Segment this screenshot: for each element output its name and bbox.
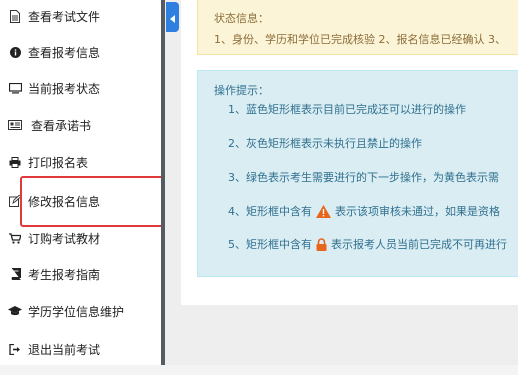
tip-text: 表示该项审核未通过，如果是资格 — [335, 205, 500, 218]
book-icon — [8, 267, 22, 281]
sidebar-item-label: 学历学位信息维护 — [28, 304, 125, 319]
lock-icon — [316, 237, 327, 251]
sidebar-item-order-textbooks[interactable]: 订购考试教材 — [0, 220, 161, 256]
info-circle-icon — [8, 45, 22, 59]
cart-icon — [8, 231, 22, 245]
tip-item: 2、灰色矩形框表示未执行且禁止的操作 — [228, 135, 422, 151]
status-text: 1、身份、学历和学位已完成核验 2、报名信息已经确认 3、 — [214, 33, 506, 46]
id-card-icon — [8, 118, 22, 132]
tips-alert: 操作提示： 1、蓝色矩形框表示目前已完成还可以进行的操作 2、灰色矩形框表示未执… — [197, 70, 518, 277]
sidebar-item-label: 考生报考指南 — [28, 267, 101, 282]
tip-text: 表示报考人员当前已完成不可再进行 — [331, 238, 507, 251]
graduation-cap-icon — [8, 304, 22, 318]
status-alert: 状态信息： 1、身份、学历和学位已完成核验 2、报名信息已经确认 3、 — [197, 0, 518, 55]
tip-item: 4、矩形框中含有 表示该项审核未通过，如果是资格 — [228, 203, 500, 219]
tip-item: 3、绿色表示考生需要进行的下一步操作，为黄色表示需 — [228, 169, 499, 185]
sidebar-item-label: 退出当前考试 — [28, 342, 101, 357]
tip-text: 5、矩形框中含有 — [228, 238, 312, 251]
warning-icon — [316, 204, 331, 218]
tip-text: 3、绿色表示考生需要进行的下一步操作，为黄色表示需 — [228, 171, 499, 184]
file-text-icon — [8, 9, 22, 23]
sidebar: 查看考试文件 查看报考信息 当前报考状态 查看承诺书 打印报名表 修改报名信息 — [0, 0, 161, 365]
sidebar-item-label: 查看考试文件 — [28, 9, 101, 24]
tip-item: 5、矩形框中含有 表示报考人员当前已完成不可再进行 — [228, 236, 507, 252]
sidebar-item-edit-registration[interactable]: 修改报名信息 — [0, 183, 161, 219]
sidebar-item-label: 打印报名表 — [28, 155, 89, 170]
sidebar-item-education-info[interactable]: 学历学位信息维护 — [0, 293, 161, 329]
sidebar-collapse-button[interactable] — [166, 2, 179, 32]
sidebar-item-exit-exam[interactable]: 退出当前考试 — [0, 331, 161, 367]
sidebar-item-exam-files[interactable]: 查看考试文件 — [0, 0, 161, 34]
chevron-left-icon — [169, 8, 176, 27]
sidebar-item-label: 查看报考信息 — [28, 45, 101, 60]
status-title: 状态信息： — [214, 12, 269, 25]
sidebar-item-current-status[interactable]: 当前报考状态 — [0, 70, 161, 106]
sidebar-item-label: 当前报考状态 — [28, 81, 101, 96]
tip-text: 2、灰色矩形框表示未执行且禁止的操作 — [228, 137, 422, 150]
monitor-icon — [8, 81, 22, 95]
footer-strip — [0, 365, 518, 375]
sidebar-item-application-info[interactable]: 查看报考信息 — [0, 34, 161, 70]
sign-out-icon — [8, 342, 22, 356]
sidebar-item-label: 查看承诺书 — [31, 118, 92, 133]
sidebar-item-commitment[interactable]: 查看承诺书 — [0, 107, 161, 143]
edit-icon — [8, 194, 22, 208]
print-icon — [8, 155, 22, 169]
sidebar-item-guide[interactable]: 考生报考指南 — [0, 256, 161, 292]
sidebar-item-print-form[interactable]: 打印报名表 — [0, 144, 161, 180]
tip-text: 1、蓝色矩形框表示目前已完成还可以进行的操作 — [228, 103, 466, 116]
tip-text: 4、矩形框中含有 — [228, 205, 312, 218]
sidebar-item-label: 修改报名信息 — [28, 194, 101, 209]
sidebar-item-label: 订购考试教材 — [28, 231, 101, 246]
tips-title: 操作提示： — [214, 84, 269, 97]
tip-item: 1、蓝色矩形框表示目前已完成还可以进行的操作 — [228, 101, 466, 117]
